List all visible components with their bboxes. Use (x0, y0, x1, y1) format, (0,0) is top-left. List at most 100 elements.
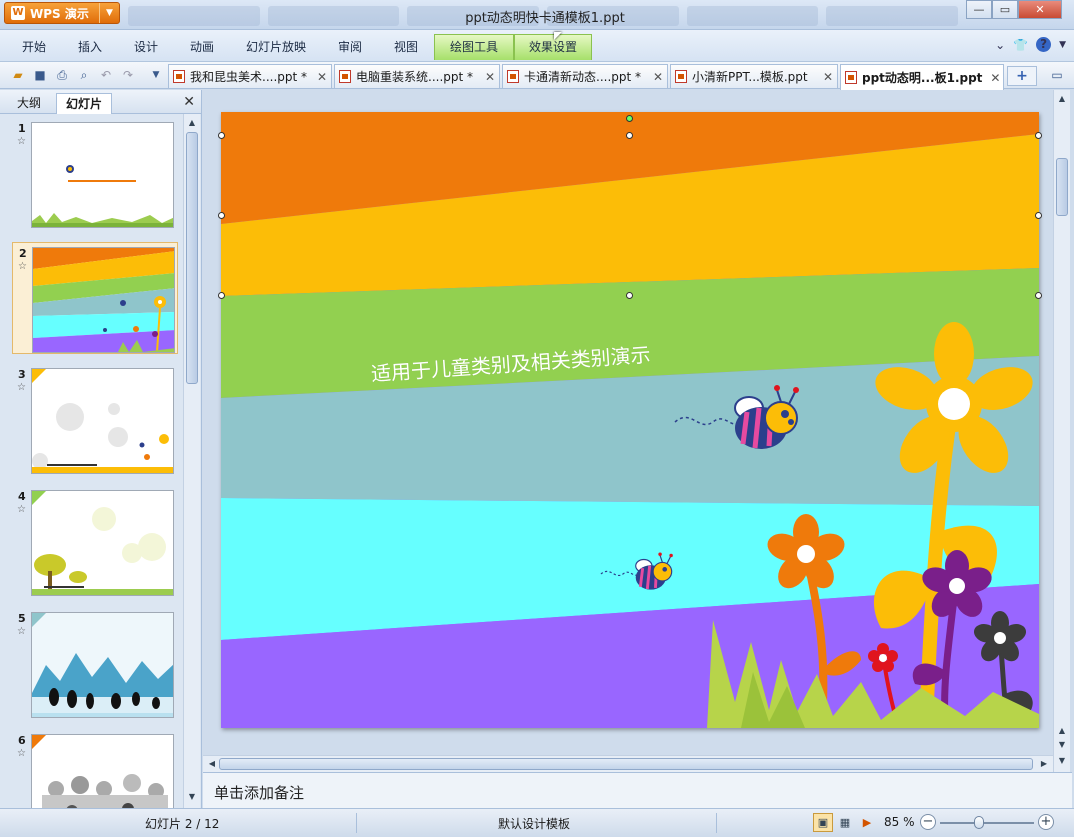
chevron-down-icon[interactable]: ▼ (1059, 40, 1066, 50)
tab-effects-settings[interactable]: 效果设置 (514, 34, 592, 60)
doc-tab-label: 我和昆虫美术....ppt * (190, 70, 308, 84)
slide-thumbnail-2-selected[interactable]: 2 ☆ (12, 242, 178, 354)
slideshow-view-button[interactable]: ▶ (857, 813, 877, 832)
selection-handle[interactable] (626, 292, 633, 299)
slide-number: 2 (19, 247, 27, 260)
close-tab-icon[interactable]: ✕ (982, 71, 1000, 85)
doc-tab-5-active[interactable]: ppt动态明...板1.ppt ✕ (840, 64, 1004, 90)
tab-outline[interactable]: 大纲 (8, 93, 50, 114)
notes-pane[interactable]: 单击添加备注 (203, 772, 1072, 808)
skin-shirt-icon[interactable]: 👕 (1013, 38, 1028, 52)
window-layout-icon[interactable]: ▭ (1049, 67, 1065, 83)
animation-star-icon: ☆ (17, 136, 26, 147)
quick-access-toolbar: ▰ ■ ⎙ ⌕ ↶ ↷ ▼ 我和昆虫美术....ppt * ✕ 电脑重装系统..… (0, 62, 1074, 90)
doc-tab-4[interactable]: 小清新PPT...模板.ppt ✕ (670, 64, 838, 88)
animation-star-icon: ☆ (18, 261, 27, 272)
selection-handle[interactable] (1035, 132, 1042, 139)
selection-handle[interactable] (218, 132, 225, 139)
animation-star-icon: ☆ (17, 748, 26, 759)
scrollbar-thumb[interactable] (1056, 158, 1068, 216)
scrollbar-thumb[interactable] (186, 132, 198, 384)
tab-view[interactable]: 视图 (394, 38, 418, 55)
wps-app-menu-button[interactable]: W WPS 演示 ▼ (4, 2, 120, 24)
selection-handle[interactable] (218, 212, 225, 219)
scroll-down-icon[interactable]: ▼ (1057, 740, 1067, 750)
zoom-in-button[interactable]: + (1038, 814, 1054, 830)
tab-insert[interactable]: 插入 (78, 38, 102, 55)
help-icon[interactable]: ? (1036, 37, 1052, 52)
tab-review[interactable]: 审阅 (338, 38, 362, 55)
slide-thumbnail-1[interactable]: 1 ☆ (12, 118, 178, 230)
selection-handle[interactable] (218, 292, 225, 299)
print-preview-icon[interactable]: ⌕ (76, 67, 92, 83)
slide-number: 1 (18, 122, 26, 135)
redo-icon[interactable]: ↷ (120, 67, 136, 83)
scroll-left-icon[interactable]: ◀ (207, 759, 217, 769)
zoom-slider-knob[interactable] (974, 816, 984, 829)
panel-tab-bar: 大纲 幻灯片 ✕ (0, 90, 201, 114)
chevron-down-icon[interactable]: ▼ (99, 3, 119, 23)
scroll-down-icon[interactable]: ▼ (1057, 756, 1067, 766)
close-panel-icon[interactable]: ✕ (183, 94, 195, 110)
slide-preview (31, 490, 174, 596)
scroll-right-icon[interactable]: ▶ (1039, 759, 1049, 769)
rotation-handle[interactable] (626, 115, 633, 122)
save-icon[interactable]: ■ (32, 67, 48, 83)
slide-artwork (221, 112, 1039, 728)
scroll-down-icon[interactable]: ▼ (187, 792, 197, 802)
canvas-horizontal-scrollbar[interactable]: ◀ ▶ (203, 755, 1053, 772)
normal-view-button[interactable]: ▣ (813, 813, 833, 832)
selection-handle[interactable] (1035, 212, 1042, 219)
slide-panel-scrollbar[interactable]: ▲ ▼ (183, 114, 200, 808)
chevron-down-icon[interactable]: ⌄ (995, 38, 1005, 52)
ribbon-tab-bar: 开始 插入 设计 动画 幻灯片放映 审阅 视图 绘图工具 效果设置 ⌄ 👕 ? … (0, 30, 1074, 62)
slide-sorter-view-button[interactable]: ▦ (835, 813, 855, 832)
current-slide[interactable]: 适用于儿童类别及相关类别演示 (221, 112, 1039, 728)
doc-tab-3[interactable]: 卡通清新动态....ppt * ✕ (502, 64, 668, 88)
slide-editing-area: 适用于儿童类别及相关类别演示 (203, 90, 1053, 755)
slide-thumbnail-4[interactable]: 4 ☆ (12, 486, 178, 598)
slide-preview (31, 734, 174, 808)
customize-toolbar-icon[interactable]: ▼ (148, 67, 164, 83)
tab-animation[interactable]: 动画 (190, 38, 214, 55)
doc-tab-2[interactable]: 电脑重装系统....ppt * ✕ (334, 64, 500, 88)
scroll-down-icon[interactable]: ▲ (1057, 726, 1067, 736)
open-folder-icon[interactable]: ▰ (10, 67, 26, 83)
close-window-button[interactable]: ✕ (1018, 0, 1062, 19)
tab-drawing-tools[interactable]: 绘图工具 (434, 34, 514, 60)
ppt-file-icon (173, 70, 185, 83)
close-tab-icon[interactable]: ✕ (477, 70, 495, 84)
close-tab-icon[interactable]: ✕ (645, 70, 663, 84)
new-tab-button[interactable]: + (1007, 66, 1037, 86)
zoom-slider-track[interactable] (940, 822, 1034, 824)
scroll-up-icon[interactable]: ▲ (187, 118, 197, 128)
doc-tab-1[interactable]: 我和昆虫美术....ppt * ✕ (168, 64, 332, 88)
minimize-button[interactable]: — (966, 0, 992, 19)
canvas-vertical-scrollbar[interactable]: ▲ ▲ ▼ ▼ (1053, 90, 1070, 772)
tab-slideshow[interactable]: 幻灯片放映 (246, 38, 306, 55)
close-tab-icon[interactable]: ✕ (309, 70, 327, 84)
selection-handle[interactable] (1035, 292, 1042, 299)
doc-tab-label: 小清新PPT...模板.ppt (692, 70, 808, 84)
undo-icon[interactable]: ↶ (98, 67, 114, 83)
tab-design[interactable]: 设计 (134, 38, 158, 55)
design-template-label[interactable]: 默认设计模板 (498, 815, 570, 832)
doc-tab-label: ppt动态明...板1.ppt (862, 71, 983, 85)
print-icon[interactable]: ⎙ (54, 67, 70, 83)
doc-tab-label: 电脑重装系统....ppt * (356, 70, 474, 84)
tab-slides[interactable]: 幻灯片 (56, 93, 113, 114)
zoom-out-button[interactable]: − (920, 814, 936, 830)
slide-thumbnail-6[interactable]: 6 ☆ (12, 730, 178, 808)
slide-preview (31, 122, 174, 228)
scrollbar-thumb[interactable] (219, 758, 1033, 770)
slide-thumbnail-5[interactable]: 5 ☆ (12, 608, 178, 720)
tab-home[interactable]: 开始 (22, 38, 46, 55)
animation-star-icon: ☆ (17, 626, 26, 637)
maximize-button[interactable]: ▭ (992, 0, 1018, 19)
slide-thumbnail-3[interactable]: 3 ☆ (12, 364, 178, 476)
ppt-file-icon (845, 71, 857, 84)
close-tab-icon[interactable]: ✕ (815, 70, 833, 84)
selection-handle[interactable] (626, 132, 633, 139)
scroll-up-icon[interactable]: ▲ (1057, 94, 1067, 104)
ppt-file-icon (339, 70, 351, 83)
